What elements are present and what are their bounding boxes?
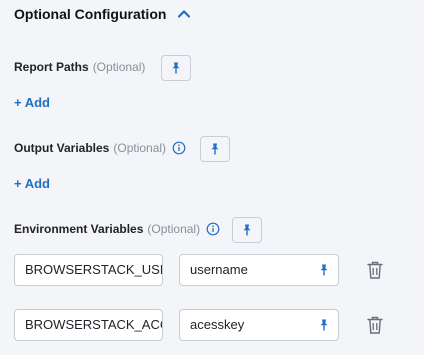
report-paths-label-row: Report Paths (Optional) xyxy=(14,60,145,74)
pin-icon xyxy=(320,319,328,331)
pin-icon xyxy=(320,264,328,276)
info-icon[interactable] xyxy=(206,222,220,236)
info-icon[interactable] xyxy=(172,141,186,155)
optional-configuration-header[interactable]: Optional Configuration xyxy=(14,6,192,22)
output-variables-label: Output Variables xyxy=(14,141,110,155)
environment-variables-label-row: Environment Variables (Optional) xyxy=(14,222,220,236)
env-value-pin-button[interactable] xyxy=(313,314,335,336)
report-paths-pin-button[interactable] xyxy=(161,55,191,81)
environment-variables-pin-button[interactable] xyxy=(232,217,262,243)
report-paths-label: Report Paths xyxy=(14,60,89,74)
env-value-pin-button[interactable] xyxy=(313,259,335,281)
output-variables-label-row: Output Variables (Optional) xyxy=(14,141,186,155)
environment-variables-optional: (Optional) xyxy=(147,222,201,236)
pin-icon xyxy=(243,224,251,236)
pin-icon xyxy=(211,143,219,155)
environment-variables-label: Environment Variables xyxy=(14,222,144,236)
report-paths-add-link[interactable]: + Add xyxy=(14,95,50,110)
trash-icon[interactable] xyxy=(366,315,384,335)
pin-icon xyxy=(172,62,180,74)
env-key-input[interactable]: BROWSERSTACK_ACCESS_KEY xyxy=(14,309,163,341)
section-title: Optional Configuration xyxy=(14,6,167,22)
report-paths-optional: (Optional) xyxy=(92,60,146,74)
output-variables-pin-button[interactable] xyxy=(200,136,230,162)
output-variables-optional: (Optional) xyxy=(113,141,167,155)
trash-icon[interactable] xyxy=(366,260,384,280)
env-key-input[interactable]: BROWSERSTACK_USERNAME xyxy=(14,254,163,286)
output-variables-add-link[interactable]: + Add xyxy=(14,176,50,191)
chevron-up-icon[interactable] xyxy=(176,6,192,22)
